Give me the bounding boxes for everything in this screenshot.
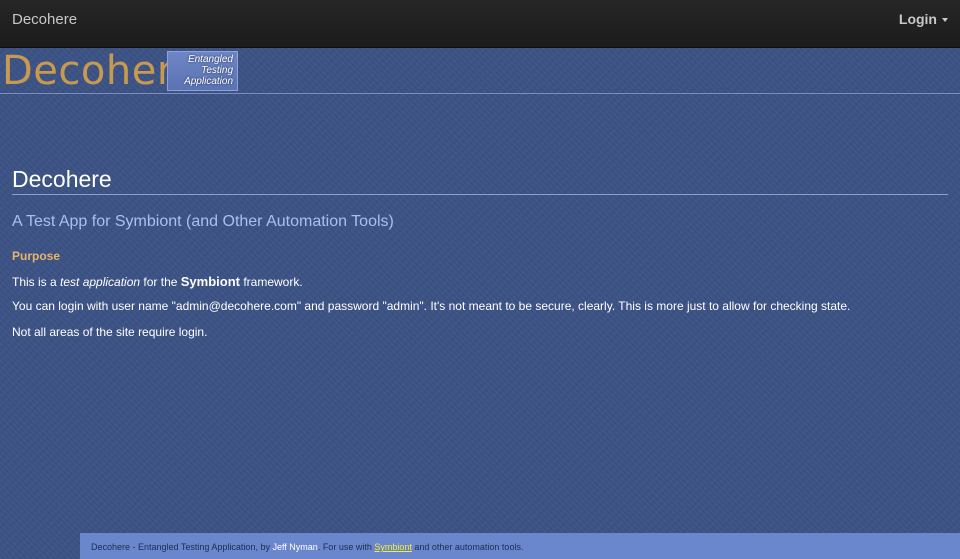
footer: Decohere - Entangled Testing Application…	[80, 533, 960, 559]
login-dropdown[interactable]: Login	[899, 11, 948, 27]
footer-symbiont-link[interactable]: Symbiont	[374, 542, 412, 552]
top-navbar: Decohere Login	[0, 0, 960, 48]
logo-badge: Entangled Testing Application	[167, 51, 238, 91]
logo-badge-line: Entangled	[187, 54, 233, 65]
logo-badge-line: Testing	[201, 65, 233, 76]
header-divider	[0, 93, 960, 94]
footer-prefix: Decohere - Entangled Testing Application…	[91, 542, 273, 552]
caret-down-icon	[942, 18, 948, 22]
footer-suffix: and other automation tools.	[411, 542, 524, 552]
intro-strong: Symbiont	[180, 274, 240, 289]
page-subtitle: A Test App for Symbiont (and Other Autom…	[12, 213, 394, 230]
intro-text-before: This is a	[12, 275, 61, 289]
login-info-paragraph: You can login with user name "admin@deco…	[12, 299, 851, 313]
login-note-paragraph: Not all areas of the site require login.	[12, 325, 208, 339]
section-title-purpose: Purpose	[12, 249, 61, 263]
footer-author: Jeff Nyman	[272, 542, 318, 552]
login-label: Login	[898, 11, 937, 27]
intro-text-after: framework.	[240, 275, 303, 289]
page-title: Decohere	[12, 166, 112, 192]
footer-middle: . For use with	[317, 542, 375, 552]
intro-text-middle: for the	[140, 275, 181, 289]
intro-emphasis: test application	[60, 275, 141, 289]
intro-paragraph: This is a test application for the Symbi…	[12, 274, 303, 289]
title-divider	[12, 194, 948, 195]
navbar-brand[interactable]: Decohere	[12, 11, 77, 28]
logo-badge-line: Application	[184, 76, 233, 87]
